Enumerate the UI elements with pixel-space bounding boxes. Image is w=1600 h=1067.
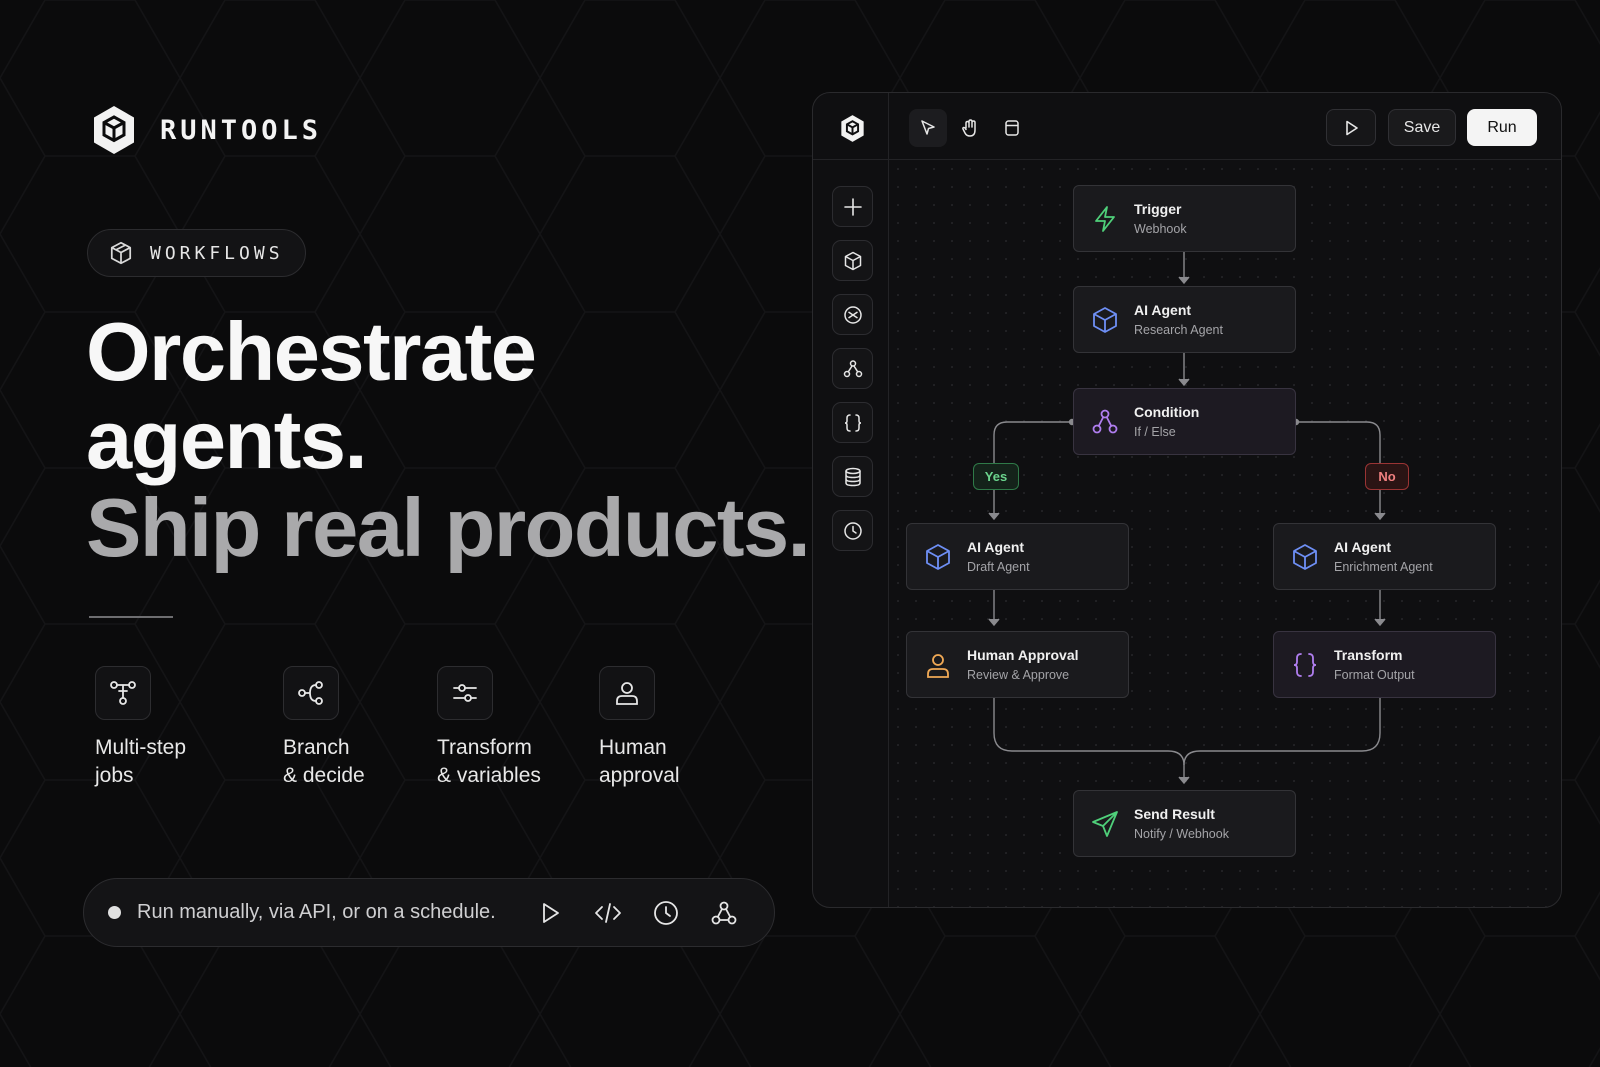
run-options-text: Run manually, via API, or on a schedule.: [137, 901, 496, 923]
user-icon: [927, 653, 949, 678]
node-title: Send Result: [1134, 806, 1215, 822]
node-research-agent[interactable]: AI Agent Research Agent: [1073, 286, 1296, 353]
node-subtitle: Enrichment Agent: [1334, 560, 1433, 574]
feature-human-approval: Human approval: [599, 666, 680, 790]
node-title: Trigger: [1134, 201, 1182, 217]
headline: Orchestrate agents. Ship real products.: [86, 305, 811, 574]
feature-icon-box: [283, 666, 339, 720]
node-draft-agent[interactable]: AI Agent Draft Agent: [906, 523, 1129, 590]
divider: [89, 616, 173, 618]
branch-yes-label: Yes: [973, 463, 1019, 490]
run-options-icons: [535, 898, 739, 928]
code-icon[interactable]: [593, 898, 623, 928]
sliders-icon: [453, 684, 477, 702]
feature-label: Branch & decide: [283, 736, 365, 787]
node-title: AI Agent: [967, 539, 1025, 555]
condition-icon: [1092, 409, 1118, 433]
user-icon: [616, 682, 638, 705]
branch-icon: [298, 681, 323, 705]
node-enrichment-agent[interactable]: AI Agent Enrichment Agent: [1273, 523, 1496, 590]
feature-label: Human approval: [599, 736, 680, 787]
node-title: Transform: [1334, 647, 1403, 663]
braces-icon: [1293, 652, 1317, 677]
feature-branch: Branch & decide: [283, 666, 365, 790]
headline-line-1: Orchestrate: [86, 305, 537, 398]
status-dot: [108, 906, 121, 919]
workflow-editor: Save Run Yes No Trigger Webhook AI Agent…: [812, 92, 1562, 908]
cube-icon: [1293, 543, 1317, 570]
feature-transform: Transform & variables: [437, 666, 541, 790]
workflows-badge: WORKFLOWS: [87, 229, 306, 277]
node-subtitle: Research Agent: [1134, 323, 1223, 337]
headline-line-2: agents.: [86, 393, 368, 486]
cube-icon: [110, 241, 132, 265]
brand-name: RUNTOOLS: [160, 114, 323, 146]
webhook-icon[interactable]: [709, 898, 739, 928]
node-trigger[interactable]: Trigger Webhook: [1073, 185, 1296, 252]
feature-icon-box: [95, 666, 151, 720]
node-subtitle: Notify / Webhook: [1134, 827, 1229, 841]
feature-icon-box: [599, 666, 655, 720]
cube-icon: [1093, 306, 1117, 333]
node-title: AI Agent: [1334, 539, 1392, 555]
cube-icon: [926, 543, 950, 570]
node-title: Condition: [1134, 404, 1200, 420]
node-condition[interactable]: Condition If / Else: [1073, 388, 1296, 455]
feature-icon-box: [437, 666, 493, 720]
feature-label: Multi-step jobs: [95, 736, 187, 787]
node-send-result[interactable]: Send Result Notify / Webhook: [1073, 790, 1296, 857]
branch-no-label: No: [1365, 463, 1409, 490]
feature-multi-step: Multi-step jobs: [95, 666, 186, 790]
clock-icon[interactable]: [651, 898, 681, 928]
node-subtitle: Format Output: [1334, 668, 1415, 682]
node-transform[interactable]: Transform Format Output: [1273, 631, 1496, 698]
cube-hexagon-icon: [94, 106, 134, 154]
node-human-approval[interactable]: Human Approval Review & Approve: [906, 631, 1129, 698]
brand: RUNTOOLS: [90, 104, 322, 156]
run-options-bar: Run manually, via API, or on a schedule.: [83, 878, 775, 947]
play-icon[interactable]: [535, 898, 565, 928]
multi-step-icon: [110, 681, 136, 705]
node-subtitle: Review & Approve: [967, 668, 1070, 682]
node-title: Human Approval: [967, 647, 1079, 663]
badge-label: WORKFLOWS: [150, 242, 284, 264]
node-subtitle: Webhook: [1134, 222, 1187, 236]
feature-label: Transform & variables: [437, 736, 541, 787]
send-icon: [1092, 810, 1118, 837]
headline-line-3: Ship real products.: [86, 481, 811, 574]
lightning-icon: [1095, 205, 1115, 232]
node-subtitle: If / Else: [1134, 425, 1176, 439]
node-subtitle: Draft Agent: [967, 560, 1030, 574]
node-title: AI Agent: [1134, 302, 1192, 318]
